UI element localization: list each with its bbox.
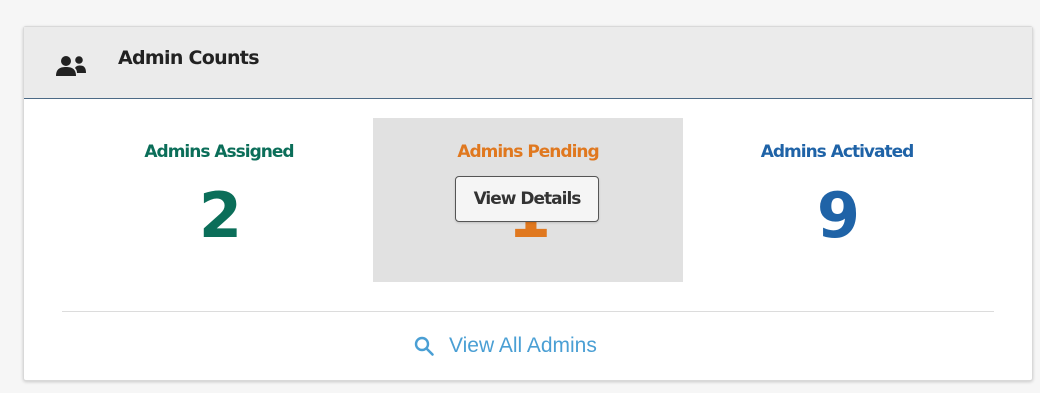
stat-admins-activated[interactable]: Admins Activated 9 — [682, 118, 992, 282]
users-icon — [56, 56, 86, 76]
stat-admins-assigned[interactable]: Admins Assigned 2 — [64, 118, 374, 282]
card-header: Admin Counts — [24, 27, 1032, 99]
stat-value: 2 — [198, 179, 242, 252]
view-all-admins-link[interactable]: View All Admins — [413, 331, 597, 361]
stat-label: Admins Activated — [760, 142, 915, 162]
stat-value: 9 — [816, 179, 860, 252]
admin-counts-card: Admin Counts Admins Assigned 2 Admins Pe… — [23, 26, 1033, 381]
search-icon — [414, 336, 434, 356]
view-details-button[interactable]: View Details — [455, 176, 599, 222]
stat-label: Admins Assigned — [144, 142, 294, 162]
stat-label: Admins Pending — [457, 142, 599, 162]
card-title: Admin Counts — [118, 47, 260, 69]
view-all-admins-label: View All Admins — [449, 334, 597, 357]
stat-admins-pending[interactable]: Admins Pending 1 View Details — [373, 118, 683, 282]
divider — [62, 311, 994, 312]
